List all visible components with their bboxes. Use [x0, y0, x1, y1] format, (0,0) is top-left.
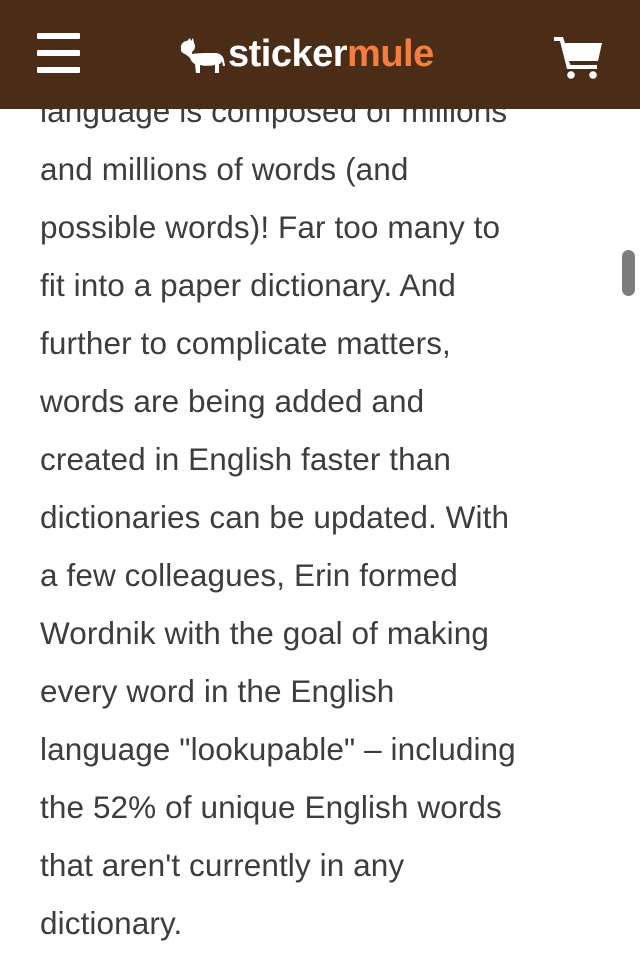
article-line: every word in the English: [40, 673, 395, 709]
cart-button[interactable]: [552, 34, 606, 80]
article-line: further to complicate matters,: [40, 325, 451, 361]
article-line: that aren't currently in any: [40, 847, 405, 883]
article-line: a few colleagues, Erin formed: [40, 557, 458, 593]
logo-text-sticker: sticker: [228, 33, 348, 75]
article-line: words are being added and: [40, 383, 425, 419]
article-line: and millions of words (and: [40, 151, 409, 187]
article-line: Wordnik with the goal of making: [40, 615, 489, 651]
article-line: fit into a paper dictionary. And: [40, 267, 456, 303]
menu-button[interactable]: [30, 26, 86, 82]
scrollbar-thumb[interactable]: [622, 250, 635, 296]
article-line: possible words)! Far too many to: [40, 209, 501, 245]
logo-wordmark: stickermule: [228, 28, 434, 80]
article-line: dictionaries can be updated. With: [40, 499, 510, 535]
logo-text-mule: mule: [347, 33, 434, 75]
hamburger-menu-icon: [37, 33, 80, 39]
shopping-cart-icon: [554, 37, 602, 79]
article-line: language "lookupable" – including: [40, 731, 516, 767]
article-line: dictionary.: [40, 905, 183, 941]
article-body: language is composed of millions and mil…: [40, 82, 606, 952]
stickermule-logo-link[interactable]: stickermule: [178, 28, 434, 80]
article-line: created in English faster than: [40, 441, 451, 477]
article-line: the 52% of unique English words: [40, 789, 502, 825]
page-content: language is composed of millions and mil…: [0, 0, 640, 959]
mule-icon: [180, 38, 225, 73]
top-navigation-bar: stickermule: [0, 0, 640, 109]
